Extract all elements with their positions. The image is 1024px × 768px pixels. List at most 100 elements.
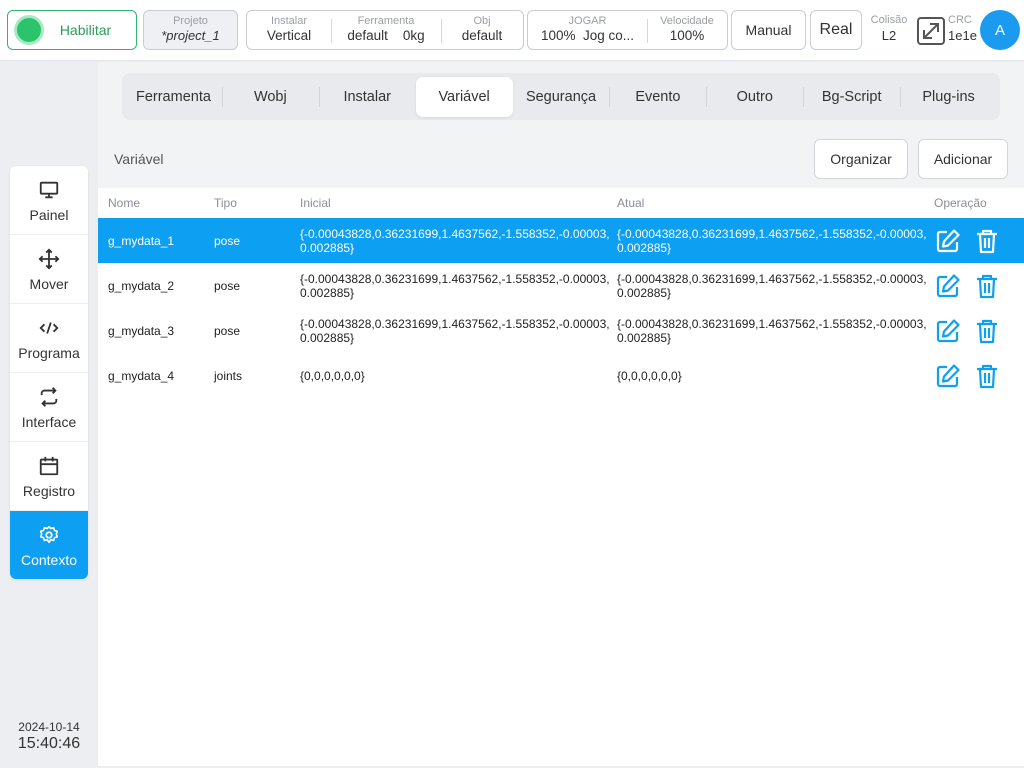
table-row[interactable]: g_mydata_4 joints {0,0,0,0,0,0} {0,0,0,0… [98, 353, 1024, 398]
nav-item-label: Contexto [20, 552, 78, 568]
manual-mode-button[interactable]: Manual [731, 10, 806, 50]
user-avatar[interactable]: A [980, 10, 1020, 50]
jog-speed-group[interactable]: JOGAR 100% Jog co... Velocidade 100% [527, 10, 728, 50]
tab-bar-area: Ferramenta Wobj Instalar Variável Segura… [98, 62, 1024, 130]
tab-evento[interactable]: Evento [609, 77, 706, 117]
jog-value: 100% Jog co... [528, 28, 647, 43]
system-clock: 2024-10-14 15:40:46 [0, 720, 98, 753]
nav-item-interface[interactable]: Interface [10, 373, 88, 442]
nav-item-programa[interactable]: Programa [10, 304, 88, 373]
row-operations [934, 362, 1001, 390]
edit-icon[interactable] [934, 362, 962, 390]
trash-icon[interactable] [973, 362, 1001, 390]
header-operation: Operação [934, 196, 987, 210]
tab-seguranca[interactable]: Segurança [513, 77, 610, 117]
cell-current: {-0.00043828,0.36231699,1.4637562,-1.558… [617, 227, 927, 255]
jog-percent: 100% [540, 28, 576, 43]
cell-name: g_mydata_3 [108, 324, 175, 338]
cell-type: pose [214, 324, 241, 338]
crc-value: 1e1e [948, 28, 977, 43]
table-row[interactable]: g_mydata_3 pose {-0.00043828,0.36231699,… [98, 308, 1024, 353]
real-mode-button[interactable]: Real [810, 10, 862, 50]
tab-ferramenta[interactable]: Ferramenta [125, 77, 222, 117]
section-title: Variável [114, 151, 164, 167]
row-operations [934, 227, 1001, 255]
tool-caption: Ferramenta [357, 15, 415, 27]
edit-icon[interactable] [934, 272, 962, 300]
nav-item-mover[interactable]: Mover [10, 235, 88, 304]
clock-date: 2024-10-14 [18, 720, 80, 734]
trash-icon[interactable] [973, 317, 1001, 345]
cell-initial: {-0.00043828,0.36231699,1.4637562,-1.558… [300, 317, 610, 345]
project-selector[interactable]: Projeto *project_1 [143, 10, 238, 50]
tool-cell[interactable]: Ferramenta default 0kg [331, 11, 441, 49]
tab-variavel[interactable]: Variável [415, 76, 513, 117]
enable-button[interactable]: Habilitar [7, 10, 137, 50]
install-tool-obj-group[interactable]: Instalar Vertical Ferramenta default 0kg… [246, 10, 524, 50]
add-button[interactable]: Adicionar [918, 139, 1008, 179]
edit-icon[interactable] [934, 227, 962, 255]
tool-name: default [347, 28, 388, 43]
cell-type: pose [214, 234, 241, 248]
speed-cell[interactable]: Velocidade 100% [647, 11, 727, 49]
nav-item-label: Painel [29, 206, 69, 223]
left-nav: Painel Mover Programa Interface Registro… [10, 166, 88, 579]
obj-cell[interactable]: Obj default [441, 11, 523, 49]
cell-initial: {-0.00043828,0.36231699,1.4637562,-1.558… [300, 227, 610, 255]
collision-caption: Colisão [870, 14, 908, 26]
header-name: Nome [108, 196, 141, 210]
organize-button[interactable]: Organizar [814, 139, 908, 179]
tab-bg-script[interactable]: Bg-Script [803, 77, 900, 117]
monitor-icon [37, 178, 61, 202]
header-current: Atual [617, 196, 645, 210]
calendar-icon [37, 454, 61, 478]
cell-current: {-0.00043828,0.36231699,1.4637562,-1.558… [617, 272, 927, 300]
gear-icon [37, 523, 61, 547]
crc-status: CRC 1e1e [948, 14, 982, 43]
table-row[interactable]: g_mydata_2 pose {-0.00043828,0.36231699,… [98, 263, 1024, 308]
collision-value: L2 [881, 28, 897, 43]
tab-outro[interactable]: Outro [706, 77, 803, 117]
cell-type: joints [214, 369, 243, 383]
install-value: Vertical [266, 28, 312, 43]
project-caption: Projeto [173, 15, 208, 27]
edit-icon[interactable] [934, 317, 962, 345]
nav-item-contexto[interactable]: Contexto [10, 511, 88, 579]
row-operations [934, 272, 1001, 300]
nav-item-registro[interactable]: Registro [10, 442, 88, 511]
jog-caption: JOGAR [568, 15, 607, 27]
obj-caption: Obj [473, 15, 491, 27]
install-cell[interactable]: Instalar Vertical [247, 11, 331, 49]
nav-item-label: Mover [29, 275, 69, 292]
collision-level[interactable]: Colisão L2 [866, 14, 912, 43]
tool-value: default 0kg [331, 28, 441, 43]
cell-initial: {0,0,0,0,0,0} [300, 369, 365, 383]
trash-icon[interactable] [973, 272, 1001, 300]
trash-icon[interactable] [973, 227, 1001, 255]
obj-value: default [461, 28, 503, 43]
top-bar: Habilitar Projeto *project_1 Instalar Ve… [0, 0, 1024, 61]
speed-value: 100% [669, 28, 705, 43]
crc-caption: CRC [948, 14, 972, 26]
main-panel: Ferramenta Wobj Instalar Variável Segura… [98, 62, 1024, 766]
nav-item-label: Interface [21, 413, 77, 430]
tab-bar: Ferramenta Wobj Instalar Variável Segura… [122, 73, 1000, 120]
nav-item-painel[interactable]: Painel [10, 166, 88, 235]
row-operations [934, 317, 1001, 345]
table-row[interactable]: g_mydata_1 pose {-0.00043828,0.36231699,… [98, 218, 1024, 263]
jog-mode: Jog co... [583, 28, 635, 43]
speed-caption: Velocidade [660, 15, 714, 27]
tab-instalar[interactable]: Instalar [318, 77, 416, 117]
cell-name: g_mydata_1 [108, 234, 175, 248]
swap-arrows-icon [37, 385, 61, 409]
tab-plug-ins[interactable]: Plug-ins [900, 77, 997, 117]
tab-wobj[interactable]: Wobj [221, 77, 319, 117]
nav-item-label: Programa [18, 344, 80, 361]
header-type: Tipo [214, 196, 237, 210]
table-header: Nome Tipo Inicial Atual Operação [98, 188, 1024, 218]
code-icon [37, 316, 61, 340]
enable-label: Habilitar [59, 22, 112, 38]
tool-weight: 0kg [402, 28, 425, 43]
expand-icon[interactable] [916, 16, 946, 46]
jog-cell[interactable]: JOGAR 100% Jog co... [528, 11, 647, 49]
